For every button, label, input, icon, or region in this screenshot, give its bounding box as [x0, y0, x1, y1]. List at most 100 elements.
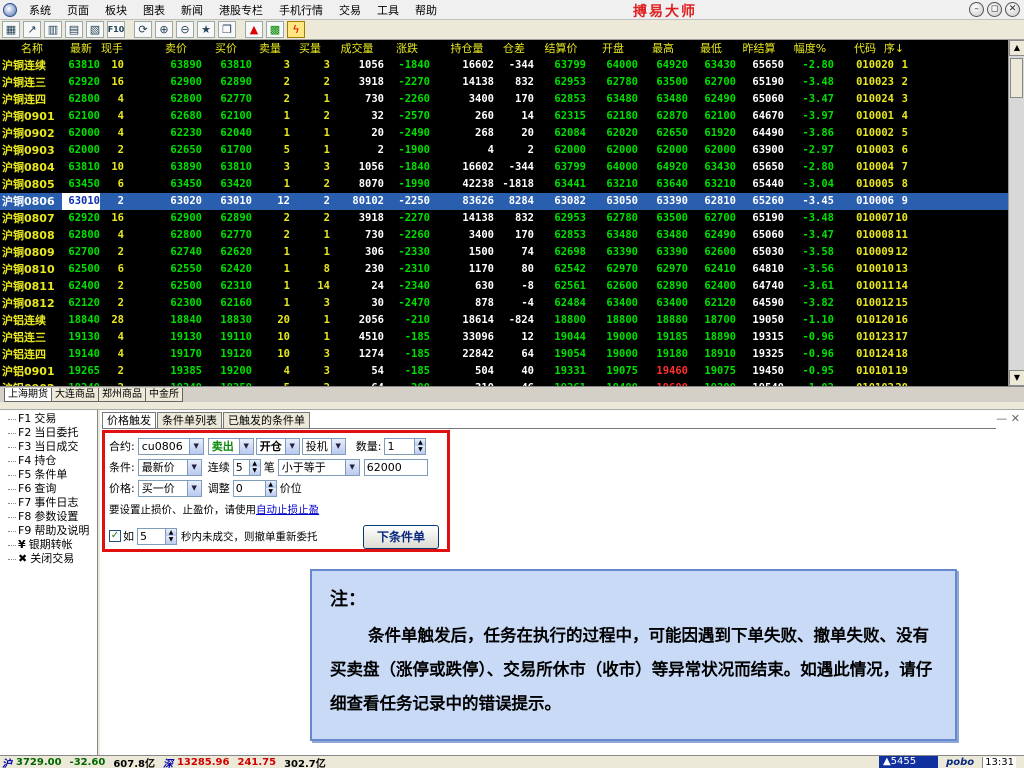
quote-row[interactable]: 沪铜0806 63010 2 63020 63010 12 2 80102 -2250 83626…: [0, 193, 1008, 210]
column-header[interactable]: 卖量: [250, 40, 290, 57]
retry-checkbox[interactable]: ✓: [109, 530, 121, 542]
nav-item-10[interactable]: ✖ 关闭交易: [0, 552, 97, 566]
scroll-thumb[interactable]: [1010, 58, 1023, 98]
direction-select[interactable]: 卖出 ▼: [207, 437, 254, 455]
chevron-down-icon[interactable]: ▼: [186, 480, 201, 496]
favorite-icon[interactable]: ★: [197, 21, 215, 38]
column-header[interactable]: 卖价: [150, 40, 202, 57]
report-icon[interactable]: ▧: [86, 21, 104, 38]
column-header[interactable]: 最低: [686, 40, 736, 57]
quote-row[interactable]: 沪铜连三 62920 16 62900 62890 2 2 3918 -2270 14138 832…: [0, 74, 1008, 91]
chevron-down-icon[interactable]: ▼: [330, 438, 345, 454]
nav-item-0[interactable]: F1 交易: [0, 412, 97, 426]
quote-row[interactable]: 沪铜0808 62800 4 62800 62770 2 1 730 -2260 3400 170 6…: [0, 227, 1008, 244]
nav-item-3[interactable]: F4 持仓: [0, 454, 97, 468]
chevron-down-icon[interactable]: ▼: [186, 459, 201, 475]
column-header[interactable]: 买量: [290, 40, 330, 57]
lightning-icon[interactable]: ϟ: [287, 21, 305, 38]
column-header[interactable]: 序↓: [880, 40, 908, 57]
zoom-in-icon[interactable]: ⊕: [155, 21, 173, 38]
nav-item-2[interactable]: F3 当日成交: [0, 440, 97, 454]
column-header[interactable]: 持仓量: [440, 40, 494, 57]
quote-row[interactable]: 沪铜0805 63450 6 63450 63420 1 2 8070 -1990 42238 -1…: [0, 176, 1008, 193]
price-type-select[interactable]: 买一价 ▼: [137, 479, 202, 497]
quote-row[interactable]: 沪铜0901 62100 4 62680 62100 1 2 32 -2570 260 14 6231…: [0, 108, 1008, 125]
menu-item-8[interactable]: 工具: [369, 2, 407, 18]
stepper-up-icon[interactable]: ▲: [249, 459, 260, 467]
compare-select[interactable]: 小于等于 ▼: [277, 458, 360, 476]
menu-item-5[interactable]: 港股专栏: [211, 2, 271, 18]
nav-item-1[interactable]: F2 当日委托: [0, 426, 97, 440]
order-tab-1[interactable]: 条件单列表: [157, 412, 222, 429]
column-header[interactable]: 最高: [638, 40, 688, 57]
order-tab-0[interactable]: 价格触发: [102, 412, 156, 429]
chevron-down-icon[interactable]: ▼: [238, 438, 253, 454]
contract-select[interactable]: cu0806 ▼: [137, 437, 204, 455]
stepper-up-icon[interactable]: ▲: [415, 438, 426, 446]
quote-row[interactable]: 沪铜0812 62120 2 62300 62160 1 3 30 -2470 878 -4 6248…: [0, 295, 1008, 312]
quote-row[interactable]: 沪铜连续 63810 10 63890 63810 3 3 1056 -1840 16602 -34…: [0, 57, 1008, 74]
quote-row[interactable]: 沪铜0810 62500 6 62550 62420 1 8 230 -2310 1170 80 62…: [0, 261, 1008, 278]
column-header[interactable]: 昨结算: [734, 40, 784, 57]
offset-select[interactable]: 开仓 ▼: [255, 437, 300, 455]
alert-icon[interactable]: ▲: [245, 21, 263, 38]
condition-select[interactable]: 最新价 ▼: [137, 458, 202, 476]
stepper-down-icon[interactable]: ▼: [166, 536, 176, 544]
column-header[interactable]: 成交量: [330, 40, 384, 57]
nav-item-9[interactable]: ¥ 银期转帐: [0, 538, 97, 552]
chevron-down-icon[interactable]: ▼: [188, 438, 203, 454]
column-header[interactable]: 现手: [100, 40, 124, 57]
column-header[interactable]: 买价: [200, 40, 252, 57]
menu-item-3[interactable]: 图表: [135, 2, 173, 18]
column-header[interactable]: 开盘: [588, 40, 638, 57]
menu-item-1[interactable]: 页面: [59, 2, 97, 18]
quote-table[interactable]: 名称 最新 现手 卖价 买价 卖量 买量 成交量 涨跌 持仓量 仓差 结算价 开盘 最高 最低 昨结算 幅度% 代…: [0, 40, 1024, 386]
quote-row[interactable]: 沪铝0901 19265 2 19385 19200 4 3 54 -185 504 40 19331…: [0, 363, 1008, 380]
quote-row[interactable]: 沪铜0811 62400 2 62500 62310 1 14 24 -2340 630 -8 625…: [0, 278, 1008, 295]
grid-icon[interactable]: ▦: [2, 21, 20, 38]
hedge-select[interactable]: 投机 ▼: [301, 437, 346, 455]
nav-item-6[interactable]: F7 事件日志: [0, 496, 97, 510]
exchange-tab-1[interactable]: 大连商品: [51, 388, 99, 402]
auto-stop-link[interactable]: 自动止损止盈: [256, 502, 319, 517]
quote-row[interactable]: 沪铜0804 63810 10 63890 63810 3 3 1056 -1840 16602 -…: [0, 159, 1008, 176]
menu-item-9[interactable]: 帮助: [407, 2, 445, 18]
menu-item-4[interactable]: 新闻: [173, 2, 211, 18]
quote-row[interactable]: 沪铝连三 19130 4 19130 19110 10 1 4510 -185 33096 12 19…: [0, 329, 1008, 346]
close-icon[interactable]: ✕: [1005, 2, 1020, 17]
quote-row[interactable]: 沪铜0809 62700 2 62740 62620 1 1 306 -2330 1500 74 62…: [0, 244, 1008, 261]
calculator-icon[interactable]: ▩: [266, 21, 284, 38]
stepper-down-icon[interactable]: ▼: [415, 446, 426, 454]
scroll-down-icon[interactable]: ▼: [1009, 370, 1024, 386]
submit-condition-order-button[interactable]: 下条件单: [363, 525, 439, 549]
exchange-tab-0[interactable]: 上海期货: [4, 388, 52, 402]
quote-row[interactable]: 沪铜连四 62800 4 62800 62770 2 1 730 -2260 3400 170 628…: [0, 91, 1008, 108]
column-header[interactable]: 最新: [62, 40, 100, 57]
quote-row[interactable]: 沪铜0902 62000 4 62230 62040 1 1 20 -2490 268 20 6208…: [0, 125, 1008, 142]
nav-item-4[interactable]: F5 条件单: [0, 468, 97, 482]
quote-row[interactable]: 沪铝连续 18840 28 18840 18830 20 1 2056 -210 18614 -82…: [0, 312, 1008, 329]
menu-item-6[interactable]: 手机行情: [271, 2, 331, 18]
scroll-up-icon[interactable]: ▲: [1009, 40, 1024, 56]
quantity-stepper[interactable]: 1 ▲ ▼: [384, 437, 427, 455]
bar-chart-icon[interactable]: ▥: [44, 21, 62, 38]
stepper-up-icon[interactable]: ▲: [265, 480, 276, 488]
pane-splitter[interactable]: [0, 402, 1024, 410]
menu-item-7[interactable]: 交易: [331, 2, 369, 18]
window-icon[interactable]: ❐: [218, 21, 236, 38]
column-header[interactable]: 名称: [2, 40, 62, 57]
trigger-price-input[interactable]: 62000: [363, 458, 428, 476]
restore-icon[interactable]: ◻: [987, 2, 1002, 17]
quote-row[interactable]: 沪铜0903 62000 2 62650 61700 5 1 2 -1900 4 2 62000 620…: [0, 142, 1008, 159]
f10-icon[interactable]: F10: [107, 21, 125, 38]
quote-row[interactable]: 沪铝连四 19140 4 19170 19120 10 3 1274 -185 22842 64 19…: [0, 346, 1008, 363]
column-header[interactable]: 幅度%: [786, 40, 834, 57]
refresh-icon[interactable]: ⟳: [134, 21, 152, 38]
minimize-icon[interactable]: –: [969, 2, 984, 17]
zoom-out-icon[interactable]: ⊖: [176, 21, 194, 38]
stepper-down-icon[interactable]: ▼: [249, 467, 260, 475]
adjust-stepper[interactable]: 0 ▲ ▼: [232, 479, 277, 497]
menu-item-2[interactable]: 板块: [97, 2, 135, 18]
nav-item-5[interactable]: F6 查询: [0, 482, 97, 496]
table-icon[interactable]: ▤: [65, 21, 83, 38]
